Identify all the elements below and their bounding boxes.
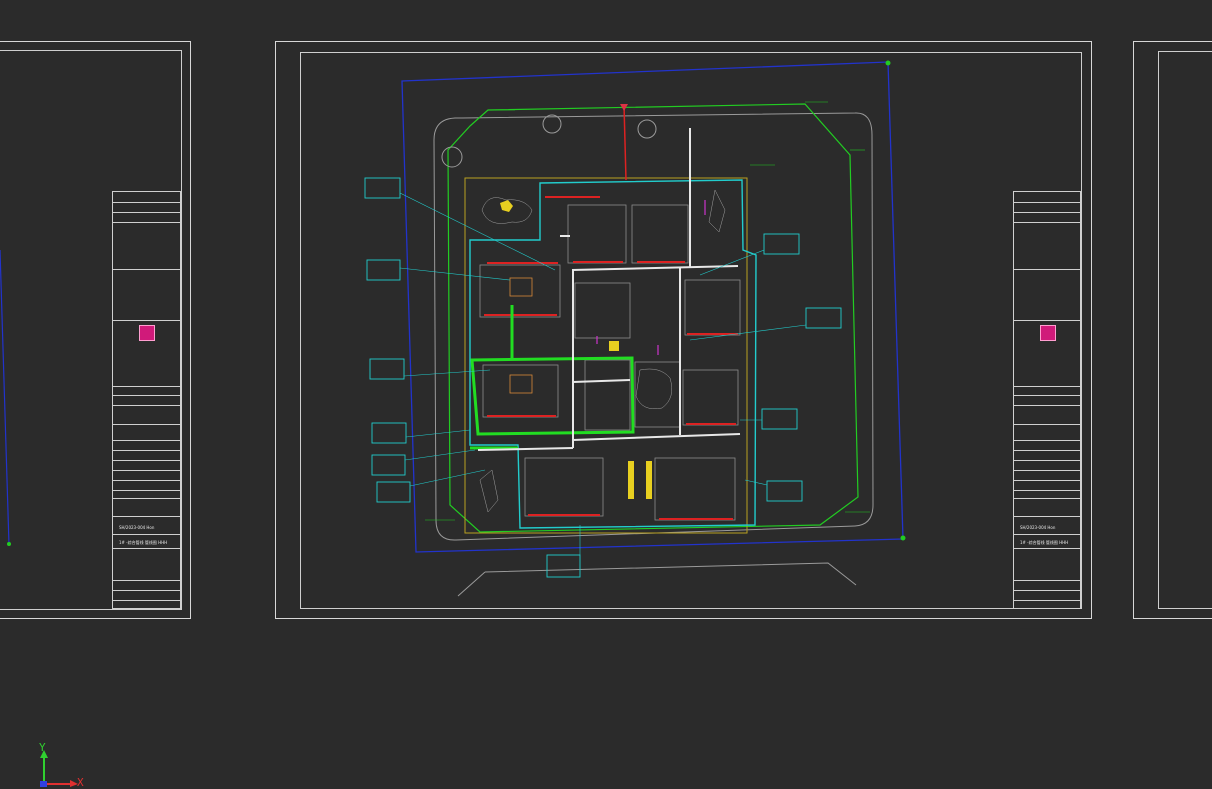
road-outline [433,112,874,541]
cad-viewport[interactable]: SH/2023-004 Hon 1# -综合管线 管线图 HHH SH/2023… [0,0,1212,789]
ucs-y-label: Y [39,741,46,754]
white-pipe-network [477,128,741,451]
yellow-features [500,200,652,499]
ucs-x-label: X [77,776,84,789]
entrance-road [457,562,857,597]
boundary-corner-ne [885,60,891,66]
magenta-lines [596,200,706,355]
green-main-pipe [470,305,635,450]
yellow-site-boundary [464,177,748,534]
boundary-corner-se [900,535,906,541]
left-corner-marker [7,542,11,546]
ucs-icon: Y X [30,740,90,789]
green-site-outline [447,103,859,533]
left-boundary-line [0,249,10,546]
site-plan-drawing [0,60,906,597]
green-labels [425,101,870,521]
